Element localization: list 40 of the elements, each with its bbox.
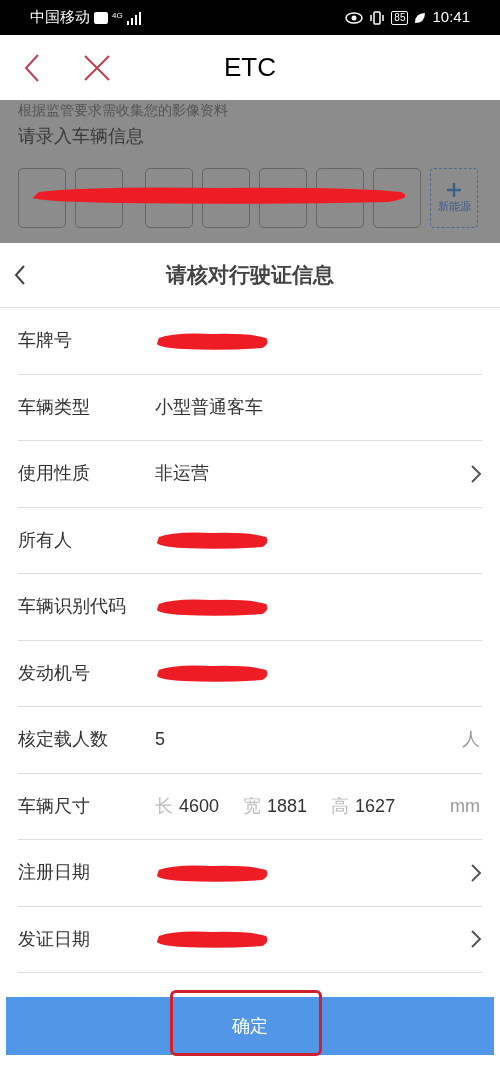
field-label: 使用性质 xyxy=(18,462,91,486)
vibrate-icon xyxy=(369,10,386,25)
field-value: 小型普通客车 xyxy=(155,395,263,419)
plus-icon xyxy=(446,181,462,198)
field-label: 发动机号 xyxy=(18,661,91,685)
dimension-value: 1881 xyxy=(267,794,308,818)
network-type: 4G xyxy=(112,12,123,21)
unit-label: 人 xyxy=(462,728,480,752)
field-label: 发证日期 xyxy=(18,927,91,951)
field-label: 核定载人数 xyxy=(18,728,109,752)
chevron-right-icon xyxy=(470,862,482,883)
field-label: 车辆类型 xyxy=(18,395,91,419)
signal-icon xyxy=(126,10,143,25)
chevron-right-icon xyxy=(470,463,482,484)
sheet-title: 请核对行驶证信息 xyxy=(166,262,334,289)
close-button[interactable] xyxy=(82,52,112,83)
field-value: 5 xyxy=(155,728,165,752)
new-energy-slot[interactable]: 新能源 xyxy=(430,168,478,228)
section-title: 请录入车辆信息 xyxy=(18,125,145,148)
clock-time: 10:41 xyxy=(432,7,470,28)
field-label: 车牌号 xyxy=(18,329,73,353)
field-label: 车辆尺寸 xyxy=(18,794,91,818)
battery-level: 85 xyxy=(391,10,409,25)
leaf-icon xyxy=(414,11,427,24)
dimension-value: 1627 xyxy=(355,794,396,818)
unit-label: mm xyxy=(450,794,480,818)
carrier-name: 中国移动 xyxy=(30,7,90,28)
page-title: ETC xyxy=(224,51,276,84)
hd-icon xyxy=(94,11,108,24)
field-label: 车辆识别代码 xyxy=(18,595,127,619)
dimension-value: 4600 xyxy=(179,794,220,818)
field-label: 注册日期 xyxy=(18,861,91,885)
dimension-label: 高 xyxy=(331,794,350,818)
dimension-label: 长 xyxy=(155,794,173,818)
field-label: 所有人 xyxy=(18,528,73,552)
eye-icon xyxy=(345,11,364,24)
confirm-button[interactable]: 确定 xyxy=(6,997,494,1055)
field-value: 非运营 xyxy=(155,462,209,486)
dimension-label: 宽 xyxy=(243,794,262,818)
chevron-right-icon xyxy=(470,929,482,950)
